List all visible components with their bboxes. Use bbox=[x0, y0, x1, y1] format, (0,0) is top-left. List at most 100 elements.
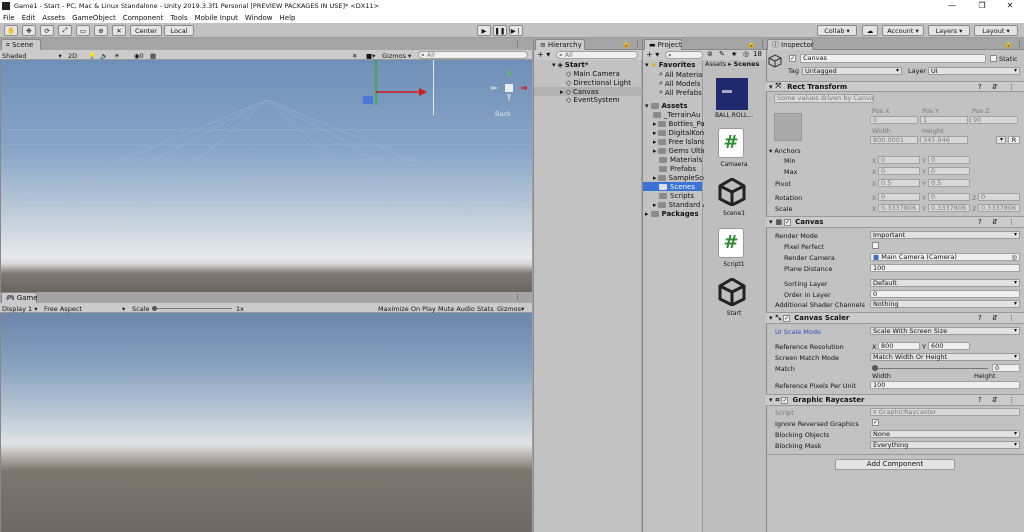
panel-menu-icon[interactable]: ⋮ bbox=[759, 40, 766, 48]
aspect-dropdown[interactable]: Free Aspect ▾ bbox=[44, 304, 125, 313]
fx-icon[interactable]: ☀ bbox=[114, 51, 120, 60]
asset-folder-scenes[interactable]: Scenes bbox=[643, 182, 702, 191]
favorite-item[interactable]: ⌕ All Prefabs bbox=[659, 88, 702, 97]
camera-icon[interactable]: ■▾ bbox=[366, 51, 375, 60]
step-button[interactable]: ▶❘ bbox=[509, 25, 523, 36]
name-field[interactable]: Canvas bbox=[800, 54, 986, 63]
help-icon[interactable]: ? bbox=[978, 396, 982, 404]
asset-folder[interactable]: ▸ Standard A bbox=[653, 201, 707, 209]
asset-folder[interactable]: Scripts bbox=[659, 192, 694, 200]
ui-scale-mode-dropdown[interactable]: Scale With Screen Size bbox=[870, 327, 1020, 335]
menu-edit[interactable]: Edit bbox=[22, 14, 36, 22]
order-in-layer-field[interactable]: 0 bbox=[870, 290, 1020, 298]
tab-project[interactable]: ▬ Project bbox=[644, 39, 682, 50]
asset-folder[interactable]: ▸ SampleSce bbox=[653, 174, 707, 182]
scene-view[interactable]: Back bbox=[0, 60, 533, 292]
component-menu-icon[interactable]: ⋮ bbox=[1008, 396, 1015, 404]
match-value-field[interactable]: 0 bbox=[992, 364, 1020, 372]
maximize-button[interactable]: ❐ bbox=[968, 0, 996, 12]
menu-gameobject[interactable]: GameObject bbox=[72, 14, 116, 22]
close-button[interactable]: ✕ bbox=[996, 0, 1024, 12]
transform-tool-icon[interactable]: ⊕ bbox=[94, 25, 108, 36]
anchor-presets-button[interactable] bbox=[774, 113, 802, 141]
unity-scene-icon[interactable] bbox=[718, 177, 746, 207]
ignore-reversed-checkbox[interactable]: ✓ bbox=[872, 419, 879, 426]
cloud-icon[interactable]: ☁ bbox=[862, 25, 878, 36]
csharp-script-icon[interactable]: # bbox=[718, 228, 744, 258]
hierarchy-item-directional-light[interactable]: ◇ Directional Light bbox=[566, 79, 631, 87]
menu-component[interactable]: Component bbox=[123, 14, 164, 22]
custom-tool-icon[interactable]: ✕ bbox=[112, 25, 126, 36]
game-gizmos-dropdown[interactable]: Gizmos ▾ bbox=[497, 304, 524, 313]
match-slider[interactable] bbox=[872, 365, 988, 371]
shader-channels-dropdown[interactable]: Nothing bbox=[870, 300, 1020, 308]
asset-folder[interactable]: ▸ Free Island bbox=[653, 138, 706, 146]
menu-mobile-input[interactable]: Mobile Input bbox=[195, 14, 238, 22]
hidden-packages-icon[interactable]: ◎ bbox=[743, 50, 749, 58]
add-icon[interactable]: + ▾ bbox=[537, 50, 550, 59]
audio-icon[interactable]: 🔈 bbox=[100, 51, 108, 60]
pivot-local-button[interactable]: Local bbox=[164, 25, 194, 36]
hierarchy-item-eventsystem[interactable]: ◇ EventSystem bbox=[566, 96, 620, 104]
panel-menu-icon[interactable]: ⋮ bbox=[514, 40, 521, 48]
move-tool-icon[interactable]: ✥ bbox=[22, 25, 36, 36]
lock-icon[interactable]: 🔒 bbox=[747, 40, 756, 48]
tools-icon[interactable]: ✕ bbox=[352, 51, 357, 60]
2d-toggle[interactable]: 2D bbox=[68, 51, 77, 60]
reference-y-field[interactable]: 600 bbox=[928, 342, 970, 350]
menu-tools[interactable]: Tools bbox=[170, 14, 187, 22]
menu-file[interactable]: File bbox=[3, 14, 15, 22]
preset-icon[interactable]: ⇵ bbox=[992, 83, 998, 91]
pause-button[interactable]: ❚❚ bbox=[493, 25, 507, 36]
component-menu-icon[interactable]: ⋮ bbox=[1008, 83, 1015, 91]
minimize-button[interactable]: — bbox=[938, 0, 966, 12]
display-dropdown[interactable]: Display 1 ▾ bbox=[2, 304, 38, 313]
hand-tool-icon[interactable]: ✋ bbox=[4, 25, 18, 36]
raycaster-enabled-checkbox[interactable]: ✓ bbox=[781, 396, 789, 404]
csharp-script-icon[interactable]: # bbox=[718, 128, 744, 158]
collab-button[interactable]: Collab ▾ bbox=[817, 25, 857, 36]
project-search-input[interactable]: ⌕ bbox=[665, 51, 703, 59]
canvas-scaler-header[interactable]: ▾ ⤡ ✓ Canvas Scaler ? ⇵ ⋮ bbox=[766, 312, 1024, 324]
scene-search-input[interactable]: ⌕ All bbox=[418, 51, 528, 59]
grid-icon[interactable]: ▦ bbox=[150, 51, 156, 60]
render-mode-dropdown[interactable]: Important bbox=[870, 231, 1020, 239]
maximize-on-play-toggle[interactable]: Maximize On Play bbox=[378, 304, 436, 313]
plane-distance-field[interactable]: 100 bbox=[870, 264, 1020, 272]
blueprint-mode-icon[interactable] bbox=[996, 136, 1006, 144]
help-icon[interactable]: ? bbox=[978, 83, 982, 91]
hidden-objects-icon[interactable]: ◉ 0 bbox=[134, 51, 144, 60]
help-icon[interactable]: ? bbox=[978, 314, 982, 322]
sorting-layer-dropdown[interactable]: Default bbox=[870, 279, 1020, 287]
packages-root[interactable]: ▸ Packages bbox=[645, 210, 699, 218]
gizmos-dropdown[interactable]: Gizmos ▾ bbox=[382, 51, 411, 60]
scale-tool-icon[interactable]: ⤢ bbox=[58, 25, 72, 36]
tag-dropdown[interactable]: Untagged bbox=[802, 67, 902, 75]
reference-x-field[interactable]: 800 bbox=[878, 342, 920, 350]
scaler-enabled-checkbox[interactable]: ✓ bbox=[783, 314, 791, 322]
tab-hierarchy[interactable]: ≡ Hierarchy bbox=[535, 39, 585, 50]
menu-help[interactable]: Help bbox=[280, 14, 296, 22]
hierarchy-item-main-camera[interactable]: ◇ Main Camera bbox=[566, 70, 620, 78]
layers-dropdown[interactable]: Layers ▾ bbox=[928, 25, 970, 36]
add-component-button[interactable]: Add Component bbox=[835, 459, 955, 470]
layout-dropdown[interactable]: Layout ▾ bbox=[974, 25, 1018, 36]
asset-folder[interactable]: Prefabs bbox=[659, 165, 696, 173]
pivot-center-button[interactable]: Center bbox=[130, 25, 162, 36]
tab-game[interactable]: 🎮 Game bbox=[1, 292, 38, 303]
assets-root[interactable]: ▾ Assets bbox=[645, 102, 688, 110]
unity-scene-icon[interactable] bbox=[718, 277, 746, 307]
mute-audio-toggle[interactable]: Mute Audio bbox=[438, 304, 475, 313]
shading-dropdown[interactable]: Shaded ▾ bbox=[2, 51, 62, 60]
blocking-objects-dropdown[interactable]: None bbox=[870, 430, 1020, 438]
object-picker-icon[interactable]: ◎ bbox=[1011, 254, 1017, 260]
panel-menu-icon[interactable]: ⋮ bbox=[514, 293, 521, 301]
menu-window[interactable]: Window bbox=[245, 14, 273, 22]
tab-scene[interactable]: ⌗ Scene bbox=[1, 39, 41, 50]
add-icon[interactable]: + ▾ bbox=[646, 50, 659, 59]
rotate-tool-icon[interactable]: ⟳ bbox=[40, 25, 54, 36]
hierarchy-search-input[interactable]: ⌕ All bbox=[556, 51, 638, 59]
filter-type-icon[interactable]: ⊚ bbox=[707, 50, 713, 58]
static-checkbox[interactable] bbox=[990, 55, 997, 62]
preset-icon[interactable]: ⇵ bbox=[992, 218, 998, 226]
